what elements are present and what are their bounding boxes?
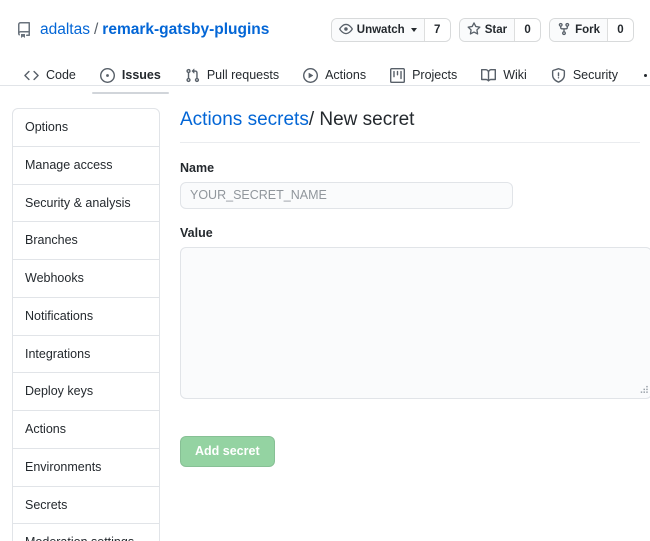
value-textarea-wrapper bbox=[180, 247, 650, 399]
repo-actions: Unwatch 7 Star 0 bbox=[331, 18, 634, 42]
sidebar-item-options[interactable]: Options bbox=[13, 109, 159, 147]
fork-button[interactable]: Fork bbox=[550, 19, 607, 41]
tab-code[interactable]: Code bbox=[16, 56, 84, 94]
repo-header: adaltas / remark-gatsby-plugins Unwatch bbox=[0, 0, 650, 86]
tab-security-label: Security bbox=[573, 68, 618, 82]
star-icon bbox=[467, 22, 481, 39]
tab-projects[interactable]: Projects bbox=[382, 56, 465, 94]
settings-content: Options Manage access Security & analysi… bbox=[0, 86, 650, 541]
tab-projects-label: Projects bbox=[412, 68, 457, 82]
chevron-down-icon bbox=[411, 28, 417, 32]
fork-button-group: Fork 0 bbox=[549, 18, 634, 42]
book-icon bbox=[481, 68, 496, 83]
repo-title-separator: / bbox=[94, 21, 98, 40]
code-icon bbox=[24, 68, 39, 83]
tab-code-label: Code bbox=[46, 68, 76, 82]
sidebar-item-moderation-settings[interactable]: Moderation settings bbox=[13, 524, 159, 541]
sidebar-item-notifications[interactable]: Notifications bbox=[13, 298, 159, 336]
sidebar-item-secrets[interactable]: Secrets bbox=[13, 487, 159, 525]
name-field-block: Name bbox=[180, 161, 640, 209]
page-title: Actions secrets/ New secret bbox=[180, 108, 640, 143]
sidebar-item-branches[interactable]: Branches bbox=[13, 222, 159, 260]
github-repo-settings-page: adaltas / remark-gatsby-plugins Unwatch bbox=[0, 0, 650, 541]
git-pull-request-icon bbox=[185, 68, 200, 83]
star-button[interactable]: Star bbox=[460, 19, 514, 41]
sidebar-item-deploy-keys[interactable]: Deploy keys bbox=[13, 373, 159, 411]
tab-pull-requests[interactable]: Pull requests bbox=[177, 56, 287, 94]
sidebar-item-security-analysis[interactable]: Security & analysis bbox=[13, 185, 159, 223]
sidebar-item-manage-access[interactable]: Manage access bbox=[13, 147, 159, 185]
repo-nav-tabs: Code Issues Pull requests bbox=[16, 56, 634, 94]
tab-actions-label: Actions bbox=[325, 68, 366, 82]
tab-wiki-label: Wiki bbox=[503, 68, 527, 82]
sidebar-item-actions[interactable]: Actions bbox=[13, 411, 159, 449]
unwatch-button[interactable]: Unwatch bbox=[332, 19, 424, 41]
repo-name-link[interactable]: remark-gatsby-plugins bbox=[102, 21, 269, 40]
issue-opened-icon bbox=[100, 68, 115, 83]
value-field-block: Value bbox=[180, 226, 640, 399]
eye-icon bbox=[339, 22, 353, 39]
kebab-dot bbox=[644, 74, 647, 77]
watch-button-group: Unwatch 7 bbox=[331, 18, 451, 42]
star-count[interactable]: 0 bbox=[514, 19, 540, 41]
tab-actions[interactable]: Actions bbox=[295, 56, 374, 94]
repo-icon bbox=[16, 22, 32, 38]
sidebar-item-integrations[interactable]: Integrations bbox=[13, 336, 159, 374]
name-field-label: Name bbox=[180, 161, 640, 175]
unwatch-label: Unwatch bbox=[357, 24, 405, 36]
tab-wiki[interactable]: Wiki bbox=[473, 56, 535, 94]
settings-sidebar: Options Manage access Security & analysi… bbox=[12, 108, 160, 541]
watch-count[interactable]: 7 bbox=[424, 19, 450, 41]
project-icon bbox=[390, 68, 405, 83]
secret-value-textarea[interactable] bbox=[180, 247, 650, 399]
sidebar-item-environments[interactable]: Environments bbox=[13, 449, 159, 487]
play-icon bbox=[303, 68, 318, 83]
fork-icon bbox=[557, 22, 571, 39]
add-secret-button[interactable]: Add secret bbox=[180, 436, 275, 468]
secret-name-input[interactable] bbox=[180, 182, 513, 209]
fork-label: Fork bbox=[575, 24, 600, 36]
tab-security[interactable]: Security bbox=[543, 56, 626, 94]
value-field-label: Value bbox=[180, 226, 640, 240]
tab-issues[interactable]: Issues bbox=[92, 56, 169, 94]
main-panel: Actions secrets/ New secret Name Value bbox=[170, 108, 640, 541]
breadcrumb-current: New secret bbox=[319, 109, 414, 130]
repo-owner-link[interactable]: adaltas bbox=[40, 21, 90, 40]
sidebar-item-webhooks[interactable]: Webhooks bbox=[13, 260, 159, 298]
repo-title-row: adaltas / remark-gatsby-plugins Unwatch bbox=[16, 14, 634, 46]
shield-icon bbox=[551, 68, 566, 83]
repo-breadcrumb-title: adaltas / remark-gatsby-plugins bbox=[16, 21, 269, 40]
breadcrumb-actions-secrets-link[interactable]: Actions secrets bbox=[180, 109, 309, 130]
star-button-group: Star 0 bbox=[459, 18, 541, 42]
breadcrumb-separator: / bbox=[309, 109, 314, 130]
tab-issues-label: Issues bbox=[122, 68, 161, 82]
nav-overflow-menu-button[interactable] bbox=[634, 56, 650, 94]
tab-pull-requests-label: Pull requests bbox=[207, 68, 279, 82]
star-label: Star bbox=[485, 24, 507, 36]
fork-count[interactable]: 0 bbox=[607, 19, 633, 41]
